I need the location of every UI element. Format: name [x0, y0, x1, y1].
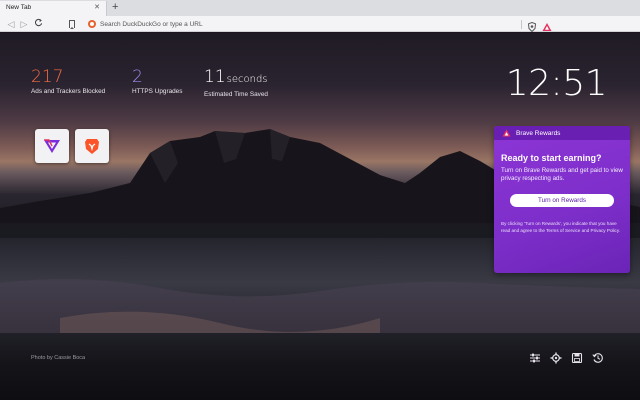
turn-on-rewards-button[interactable]: Turn on Rewards — [510, 194, 614, 207]
customize-button[interactable] — [529, 351, 541, 363]
reload-button[interactable] — [32, 18, 44, 30]
brave-rewards-triangle-icon — [44, 139, 60, 153]
new-tab-page: 217 Ads and Trackers Blocked 2 HTTPS Upg… — [0, 33, 640, 400]
tab-strip: New Tab ✕ + — [0, 0, 640, 16]
stat-value: 11 — [204, 67, 226, 87]
stat-label: Estimated Time Saved — [204, 91, 268, 98]
clock: 12:51 — [505, 63, 608, 104]
forward-button[interactable]: ▷ — [18, 18, 30, 30]
bookmark-button[interactable] — [69, 20, 75, 29]
customize-icon — [530, 353, 540, 363]
brave-rewards-icon — [502, 129, 511, 137]
stat-value-container: 11seconds — [204, 67, 268, 90]
toolbar-divider — [521, 20, 522, 29]
brave-rewards-card: Brave Rewards Ready to start earning? Tu… — [494, 126, 630, 273]
top-site-tile-1[interactable] — [35, 129, 69, 163]
brave-lion-icon — [85, 139, 99, 154]
stat-https-upgrades: 2 HTTPS Upgrades — [132, 67, 182, 95]
rewards-card-title: Brave Rewards — [516, 130, 561, 137]
stat-time-saved: 11seconds Estimated Time Saved — [204, 67, 268, 98]
tab-title: New Tab — [6, 4, 32, 11]
stat-unit: seconds — [226, 74, 268, 85]
url-input[interactable] — [100, 18, 520, 30]
close-tab-icon[interactable]: ✕ — [94, 3, 100, 11]
reload-icon — [34, 18, 42, 27]
settings-icon — [550, 352, 562, 364]
rewards-heading: Ready to start earning? — [501, 153, 602, 163]
photo-credit: Photo by Cassie Boca — [31, 355, 86, 361]
stat-value: 217 — [31, 67, 64, 87]
rewards-card-header: Brave Rewards — [494, 126, 630, 140]
rewards-terms: By clicking 'Turn on Rewards', you indic… — [501, 221, 621, 233]
history-button[interactable] — [592, 351, 604, 363]
top-site-tile-2[interactable] — [75, 129, 109, 163]
settings-button[interactable] — [550, 351, 562, 364]
stat-value: 2 — [132, 67, 143, 87]
bookmarks-icon — [571, 352, 583, 364]
brave-shields-button[interactable] — [527, 19, 537, 33]
stat-ads-trackers-blocked: 217 Ads and Trackers Blocked — [31, 67, 105, 95]
stat-label: HTTPS Upgrades — [132, 88, 183, 95]
tab-new-tab[interactable]: New Tab ✕ — [0, 1, 107, 16]
back-button[interactable]: ◁ — [5, 18, 17, 30]
toolbar: ◁ ▷ — [0, 16, 640, 33]
brave-rewards-button[interactable] — [542, 19, 552, 31]
url-bar[interactable] — [86, 18, 522, 30]
brave-shield-icon — [527, 21, 537, 33]
bookmarks-button[interactable] — [571, 351, 583, 364]
brave-rewards-icon — [542, 23, 552, 31]
history-icon — [592, 353, 603, 363]
stat-label: Ads and Trackers Blocked — [31, 88, 106, 95]
duckduckgo-icon — [88, 20, 96, 28]
rewards-description: Turn on Brave Rewards and get paid to vi… — [501, 167, 623, 182]
new-tab-button[interactable]: + — [112, 1, 118, 14]
